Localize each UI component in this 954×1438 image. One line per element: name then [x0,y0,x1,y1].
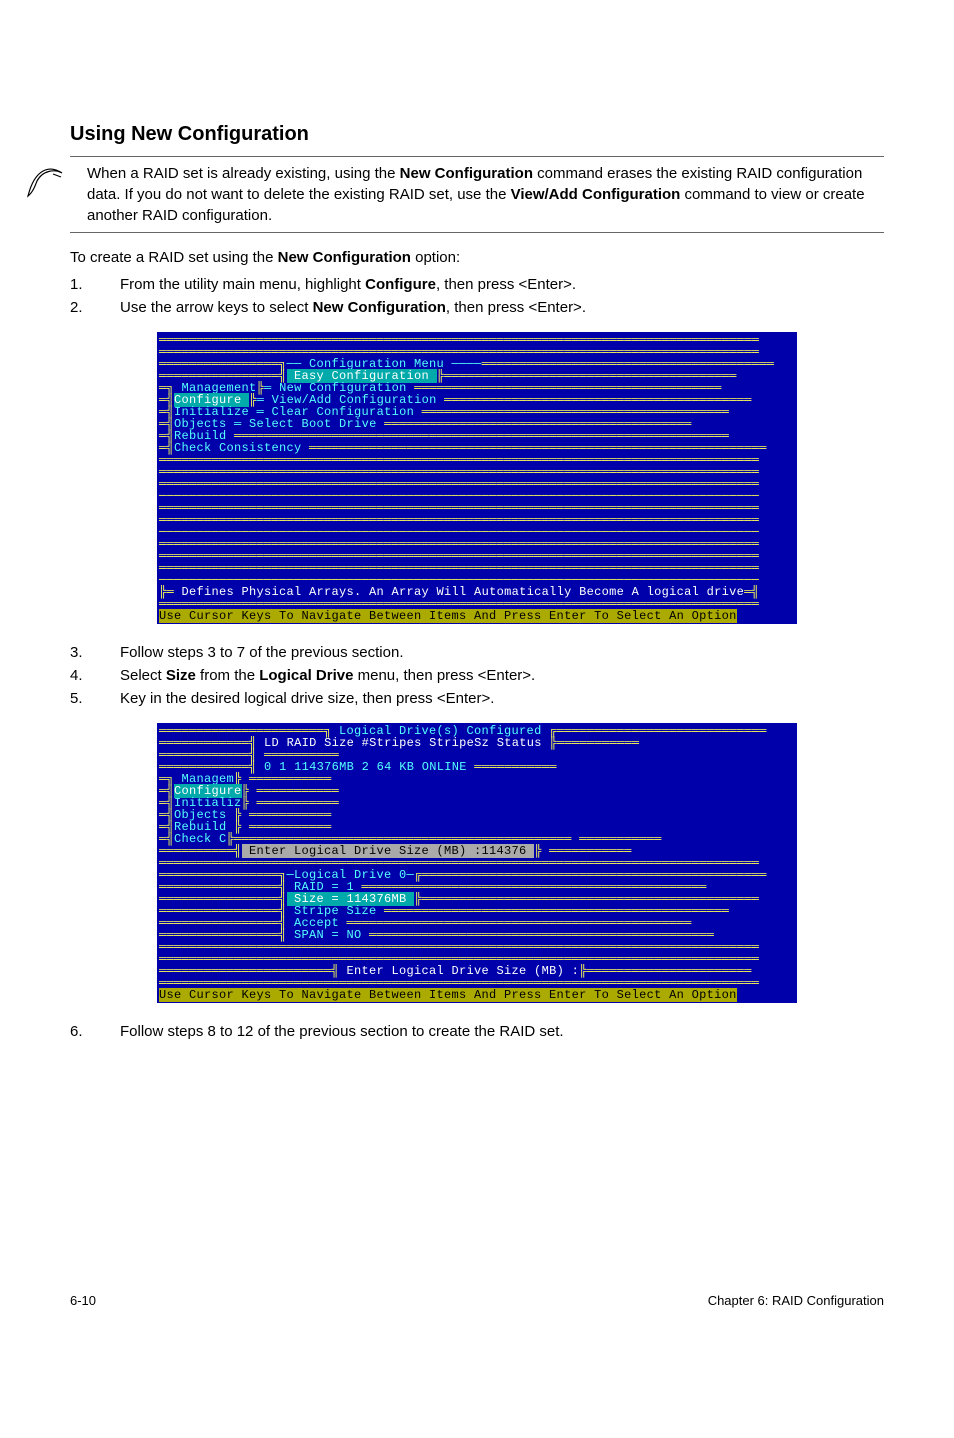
nav-help-line: Use Cursor Keys To Navigate Between Item… [159,609,737,623]
intro-pre: To create a RAID set using the [70,249,278,266]
page-number: 6-10 [70,1292,96,1310]
note-bold-1: New Configuration [400,165,533,182]
step-number: 1. [70,274,120,295]
row-status: ONLINE [422,760,467,774]
step-number: 4. [70,665,120,686]
step-number: 3. [70,642,120,663]
col-status: Status [497,736,542,750]
step4-post: menu, then press <Enter>. [353,667,535,684]
note-bold-2: View/Add Configuration [511,186,681,203]
col-stripes: #Stripes [362,736,422,750]
note-box: When a RAID set is already existing, usi… [70,156,884,233]
step-text: Use the arrow keys to select New Configu… [120,297,884,318]
step-text: Key in the desired logical drive size, t… [120,688,884,709]
step-2: 2. Use the arrow keys to select New Conf… [70,297,884,318]
intro-bold: New Configuration [278,249,411,266]
row-unit: KB [399,760,414,774]
step4-pre: Select [120,667,166,684]
step-number: 2. [70,297,120,318]
chapter-title: Chapter 6: RAID Configuration [708,1292,884,1310]
col-stripesz: StripeSz [429,736,489,750]
step-text: Follow steps 3 to 7 of the previous sect… [120,642,884,663]
intro-post: option: [411,249,460,266]
bios-screenshot-2: ══════════════════════╗ Logical Drive(s)… [157,723,797,1003]
step1-bold: Configure [365,276,436,293]
step1-mid: , then press <Enter>. [436,276,576,293]
note-text: When a RAID set is already existing, usi… [83,163,884,226]
steps-list-1: 1. From the utility main menu, highlight… [70,274,884,318]
step-3: 3. Follow steps 3 to 7 of the previous s… [70,642,884,663]
step-text: Select Size from the Logical Drive menu,… [120,665,884,686]
steps-list-3: 6. Follow steps 8 to 12 of the previous … [70,1021,884,1042]
step4-b2: Logical Drive [259,667,353,684]
note-text-a: When a RAID set is already existing, usi… [87,165,400,182]
step-number: 6. [70,1021,120,1042]
row-stripes: 2 [362,760,370,774]
step-6: 6. Follow steps 8 to 12 of the previous … [70,1021,884,1042]
step4-b1: Size [166,667,196,684]
nav-help-line-2: Use Cursor Keys To Navigate Between Item… [159,988,737,1002]
row-stripesz: 64 [377,760,392,774]
step4-mid: from the [196,667,259,684]
bios-screenshot-1: ════════════════════════════════════════… [157,332,797,624]
step-text: From the utility main menu, highlight Co… [120,274,884,295]
step2-mid: , then press <Enter>. [446,299,586,316]
step-4: 4. Select Size from the Logical Drive me… [70,665,884,686]
page-footer: 6-10 Chapter 6: RAID Configuration [70,1292,884,1310]
heading-using-new-configuration: Using New Configuration [70,120,884,148]
step-text: Follow steps 8 to 12 of the previous sec… [120,1021,884,1042]
step1-pre: From the utility main menu, highlight [120,276,365,293]
note-icon [25,163,65,199]
step-5: 5. Key in the desired logical drive size… [70,688,884,709]
step-1: 1. From the utility main menu, highlight… [70,274,884,295]
step2-bold: New Configuration [313,299,446,316]
step-number: 5. [70,688,120,709]
intro-line: To create a RAID set using the New Confi… [70,247,884,268]
steps-list-2: 3. Follow steps 3 to 7 of the previous s… [70,642,884,709]
step2-pre: Use the arrow keys to select [120,299,313,316]
